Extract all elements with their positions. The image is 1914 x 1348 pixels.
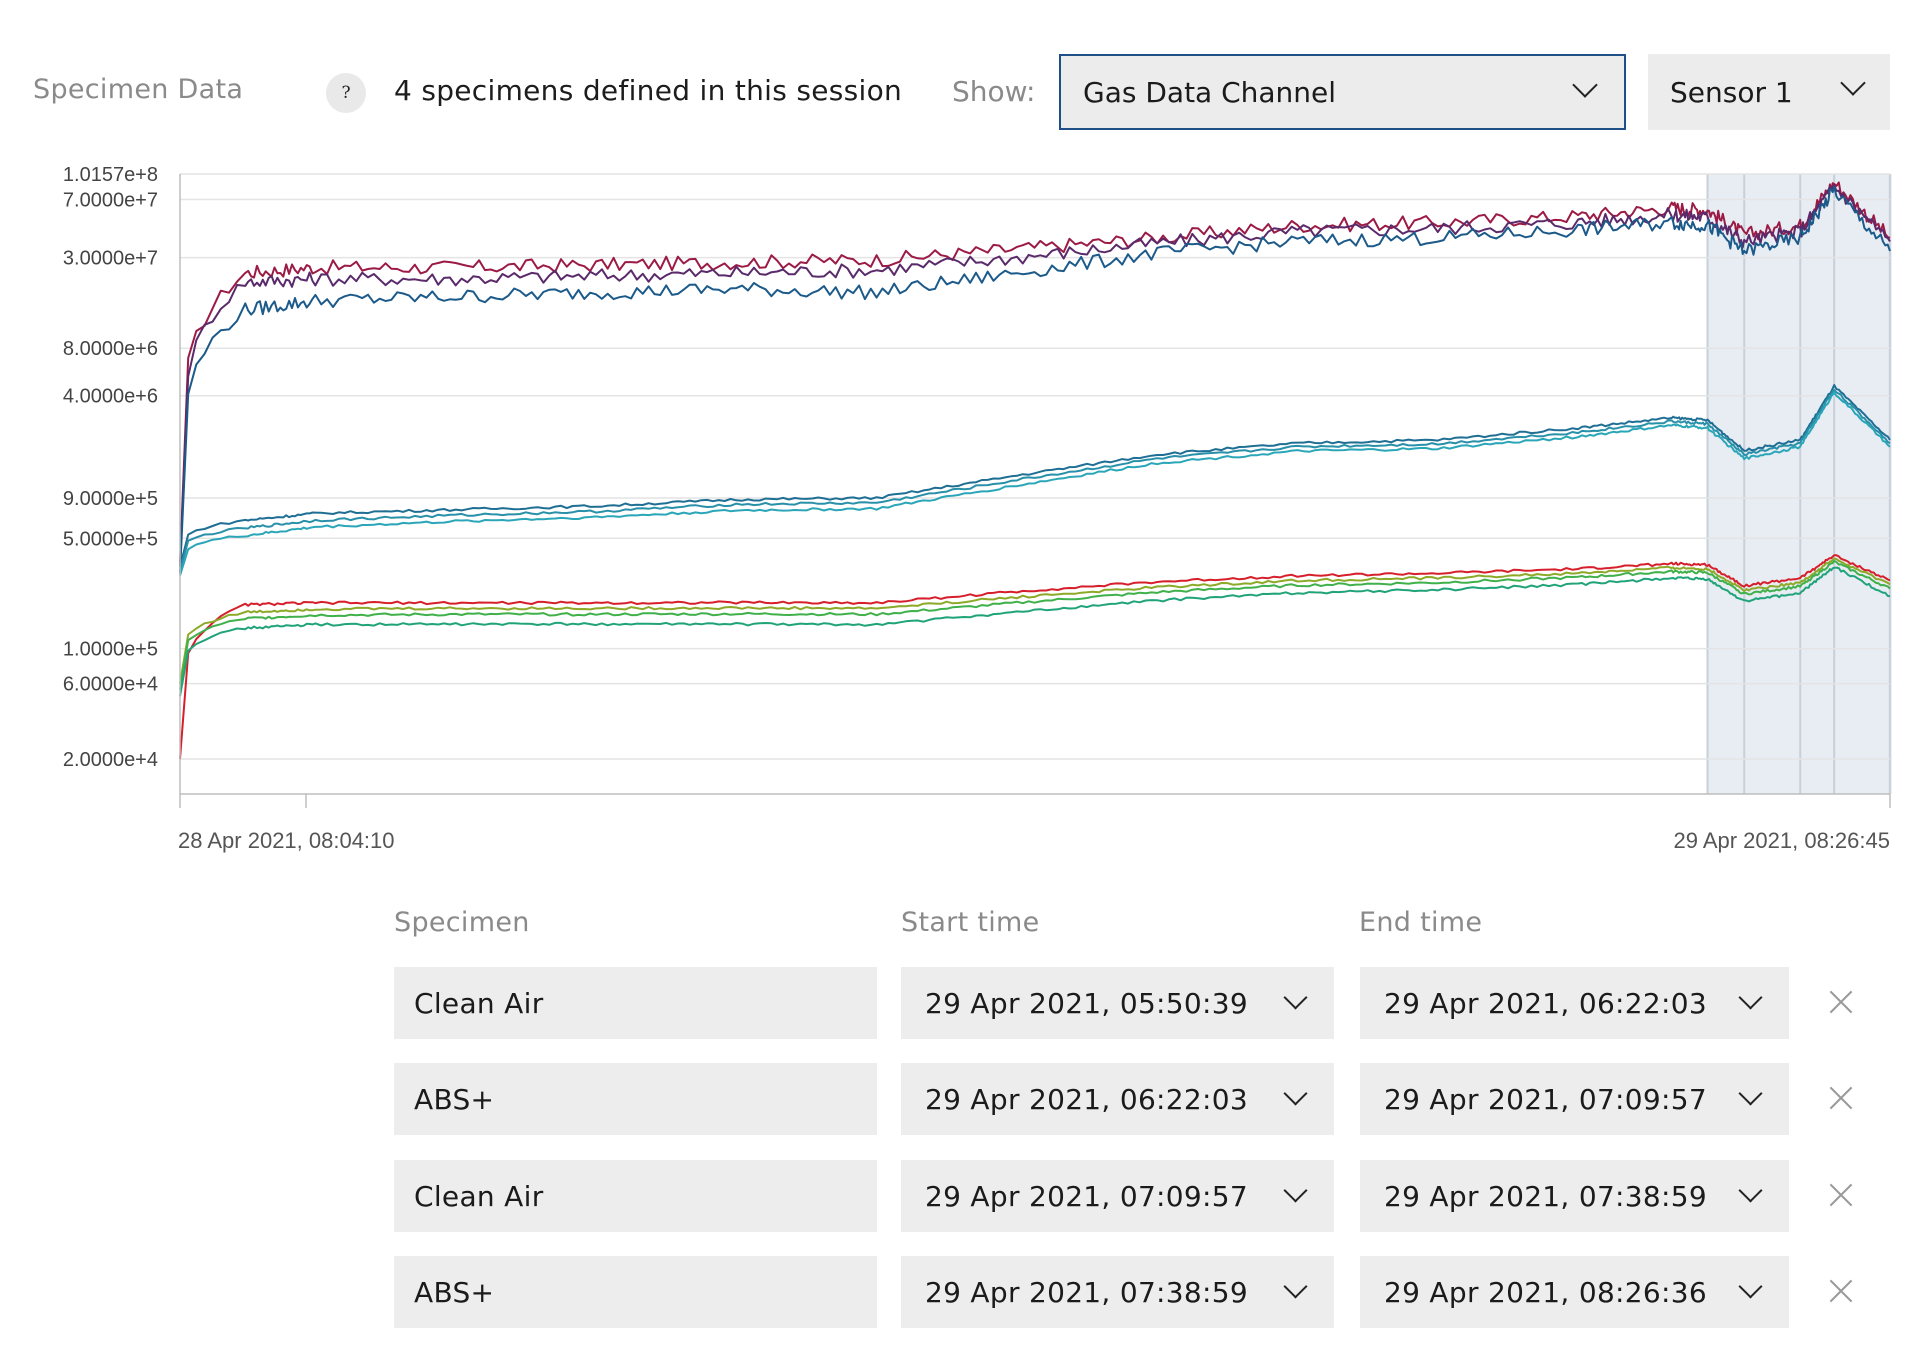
y-tick-label: 6.0000e+4	[63, 674, 158, 696]
start-time-dropdown[interactable]: 29 Apr 2021, 06:22:03	[901, 1063, 1334, 1135]
chevron-down-icon	[1283, 1081, 1308, 1106]
remove-specimen-icon[interactable]	[1826, 1276, 1856, 1306]
remove-specimen-icon[interactable]	[1826, 1083, 1856, 1113]
specimen-name-field[interactable]: Clean Air	[394, 1160, 877, 1232]
chevron-down-icon	[1283, 1274, 1308, 1299]
chart-grid	[180, 173, 1890, 760]
gas-data-chart[interactable]: 1.0157e+8 7.0000e+7 3.0000e+7 8.0000e+6 4.00…	[0, 150, 1914, 870]
start-time-value: 29 Apr 2021, 06:22:03	[925, 1082, 1248, 1116]
x-tick-label-end: 29 Apr 2021, 08:26:45	[1673, 828, 1890, 853]
chevron-down-icon	[1738, 1178, 1763, 1203]
y-tick-label: 4.0000e+6	[63, 386, 158, 408]
specimen-column-header: Specimen	[394, 907, 530, 938]
y-tick-label: 7.0000e+7	[63, 190, 158, 212]
remove-specimen-icon[interactable]	[1826, 987, 1856, 1017]
sensor-dropdown[interactable]: Sensor 1	[1648, 54, 1890, 130]
end-time-value: 29 Apr 2021, 08:26:36	[1384, 1275, 1707, 1309]
specimen-selection-layer	[1706, 174, 1892, 794]
chevron-down-icon	[1572, 72, 1598, 98]
series-line	[179, 557, 1891, 684]
end-time-column-header: End time	[1359, 907, 1483, 938]
sensor-dropdown-value: Sensor 1	[1670, 75, 1793, 109]
show-label: Show:	[952, 75, 1036, 108]
specimen-name-field[interactable]: ABS+	[394, 1256, 877, 1328]
series-line	[179, 566, 1891, 697]
start-time-dropdown[interactable]: 29 Apr 2021, 05:50:39	[901, 967, 1334, 1039]
remove-specimen-icon[interactable]	[1826, 1180, 1856, 1210]
chevron-down-icon	[1283, 1178, 1308, 1203]
series-line	[179, 554, 1891, 760]
start-time-column-header: Start time	[901, 907, 1040, 938]
table-row: Clean Air 29 Apr 2021, 07:09:57 29 Apr 2…	[0, 1160, 1914, 1232]
chart-series	[179, 181, 1891, 760]
start-time-dropdown[interactable]: 29 Apr 2021, 07:09:57	[901, 1160, 1334, 1232]
specimen-name-field[interactable]: ABS+	[394, 1063, 877, 1135]
start-time-value: 29 Apr 2021, 07:09:57	[925, 1179, 1248, 1213]
help-icon[interactable]: ?	[326, 73, 366, 113]
end-time-value: 29 Apr 2021, 07:09:57	[1384, 1082, 1707, 1116]
end-time-dropdown[interactable]: 29 Apr 2021, 06:22:03	[1360, 967, 1789, 1039]
start-time-value: 29 Apr 2021, 05:50:39	[925, 986, 1248, 1020]
series-line	[179, 384, 1891, 568]
table-row: ABS+ 29 Apr 2021, 07:38:59 29 Apr 2021, …	[0, 1256, 1914, 1328]
y-tick-label: 8.0000e+6	[63, 338, 158, 360]
y-tick-label: 1.0157e+8	[63, 164, 158, 186]
end-time-dropdown[interactable]: 29 Apr 2021, 07:38:59	[1360, 1160, 1789, 1232]
channel-dropdown-value: Gas Data Channel	[1083, 75, 1337, 109]
chevron-down-icon	[1840, 70, 1866, 96]
y-tick-label: 3.0000e+7	[63, 248, 158, 270]
specimen-name-field[interactable]: Clean Air	[394, 967, 877, 1039]
page-title: Specimen Data	[33, 74, 244, 105]
y-tick-label: 9.0000e+5	[63, 488, 158, 510]
y-tick-label: 5.0000e+5	[63, 528, 158, 550]
end-time-dropdown[interactable]: 29 Apr 2021, 07:09:57	[1360, 1063, 1789, 1135]
x-tick-label-start: 28 Apr 2021, 08:04:10	[178, 828, 395, 853]
series-line	[179, 391, 1891, 576]
y-tick-label: 2.0000e+4	[63, 749, 158, 771]
chevron-down-icon	[1738, 985, 1763, 1010]
series-line	[179, 181, 1891, 563]
start-time-value: 29 Apr 2021, 07:38:59	[925, 1275, 1248, 1309]
chevron-down-icon	[1738, 1274, 1763, 1299]
channel-dropdown[interactable]: Gas Data Channel	[1059, 54, 1626, 130]
chevron-down-icon	[1283, 985, 1308, 1010]
start-time-dropdown[interactable]: 29 Apr 2021, 07:38:59	[901, 1256, 1334, 1328]
table-row: Clean Air 29 Apr 2021, 05:50:39 29 Apr 2…	[0, 967, 1914, 1039]
end-time-dropdown[interactable]: 29 Apr 2021, 08:26:36	[1360, 1256, 1789, 1328]
end-time-value: 29 Apr 2021, 06:22:03	[1384, 986, 1707, 1020]
table-row: ABS+ 29 Apr 2021, 06:22:03 29 Apr 2021, …	[0, 1063, 1914, 1135]
end-time-value: 29 Apr 2021, 07:38:59	[1384, 1179, 1707, 1213]
series-line	[179, 389, 1891, 572]
chevron-down-icon	[1738, 1081, 1763, 1106]
y-tick-label: 1.0000e+5	[63, 639, 158, 661]
session-summary: 4 specimens defined in this session	[394, 74, 903, 107]
